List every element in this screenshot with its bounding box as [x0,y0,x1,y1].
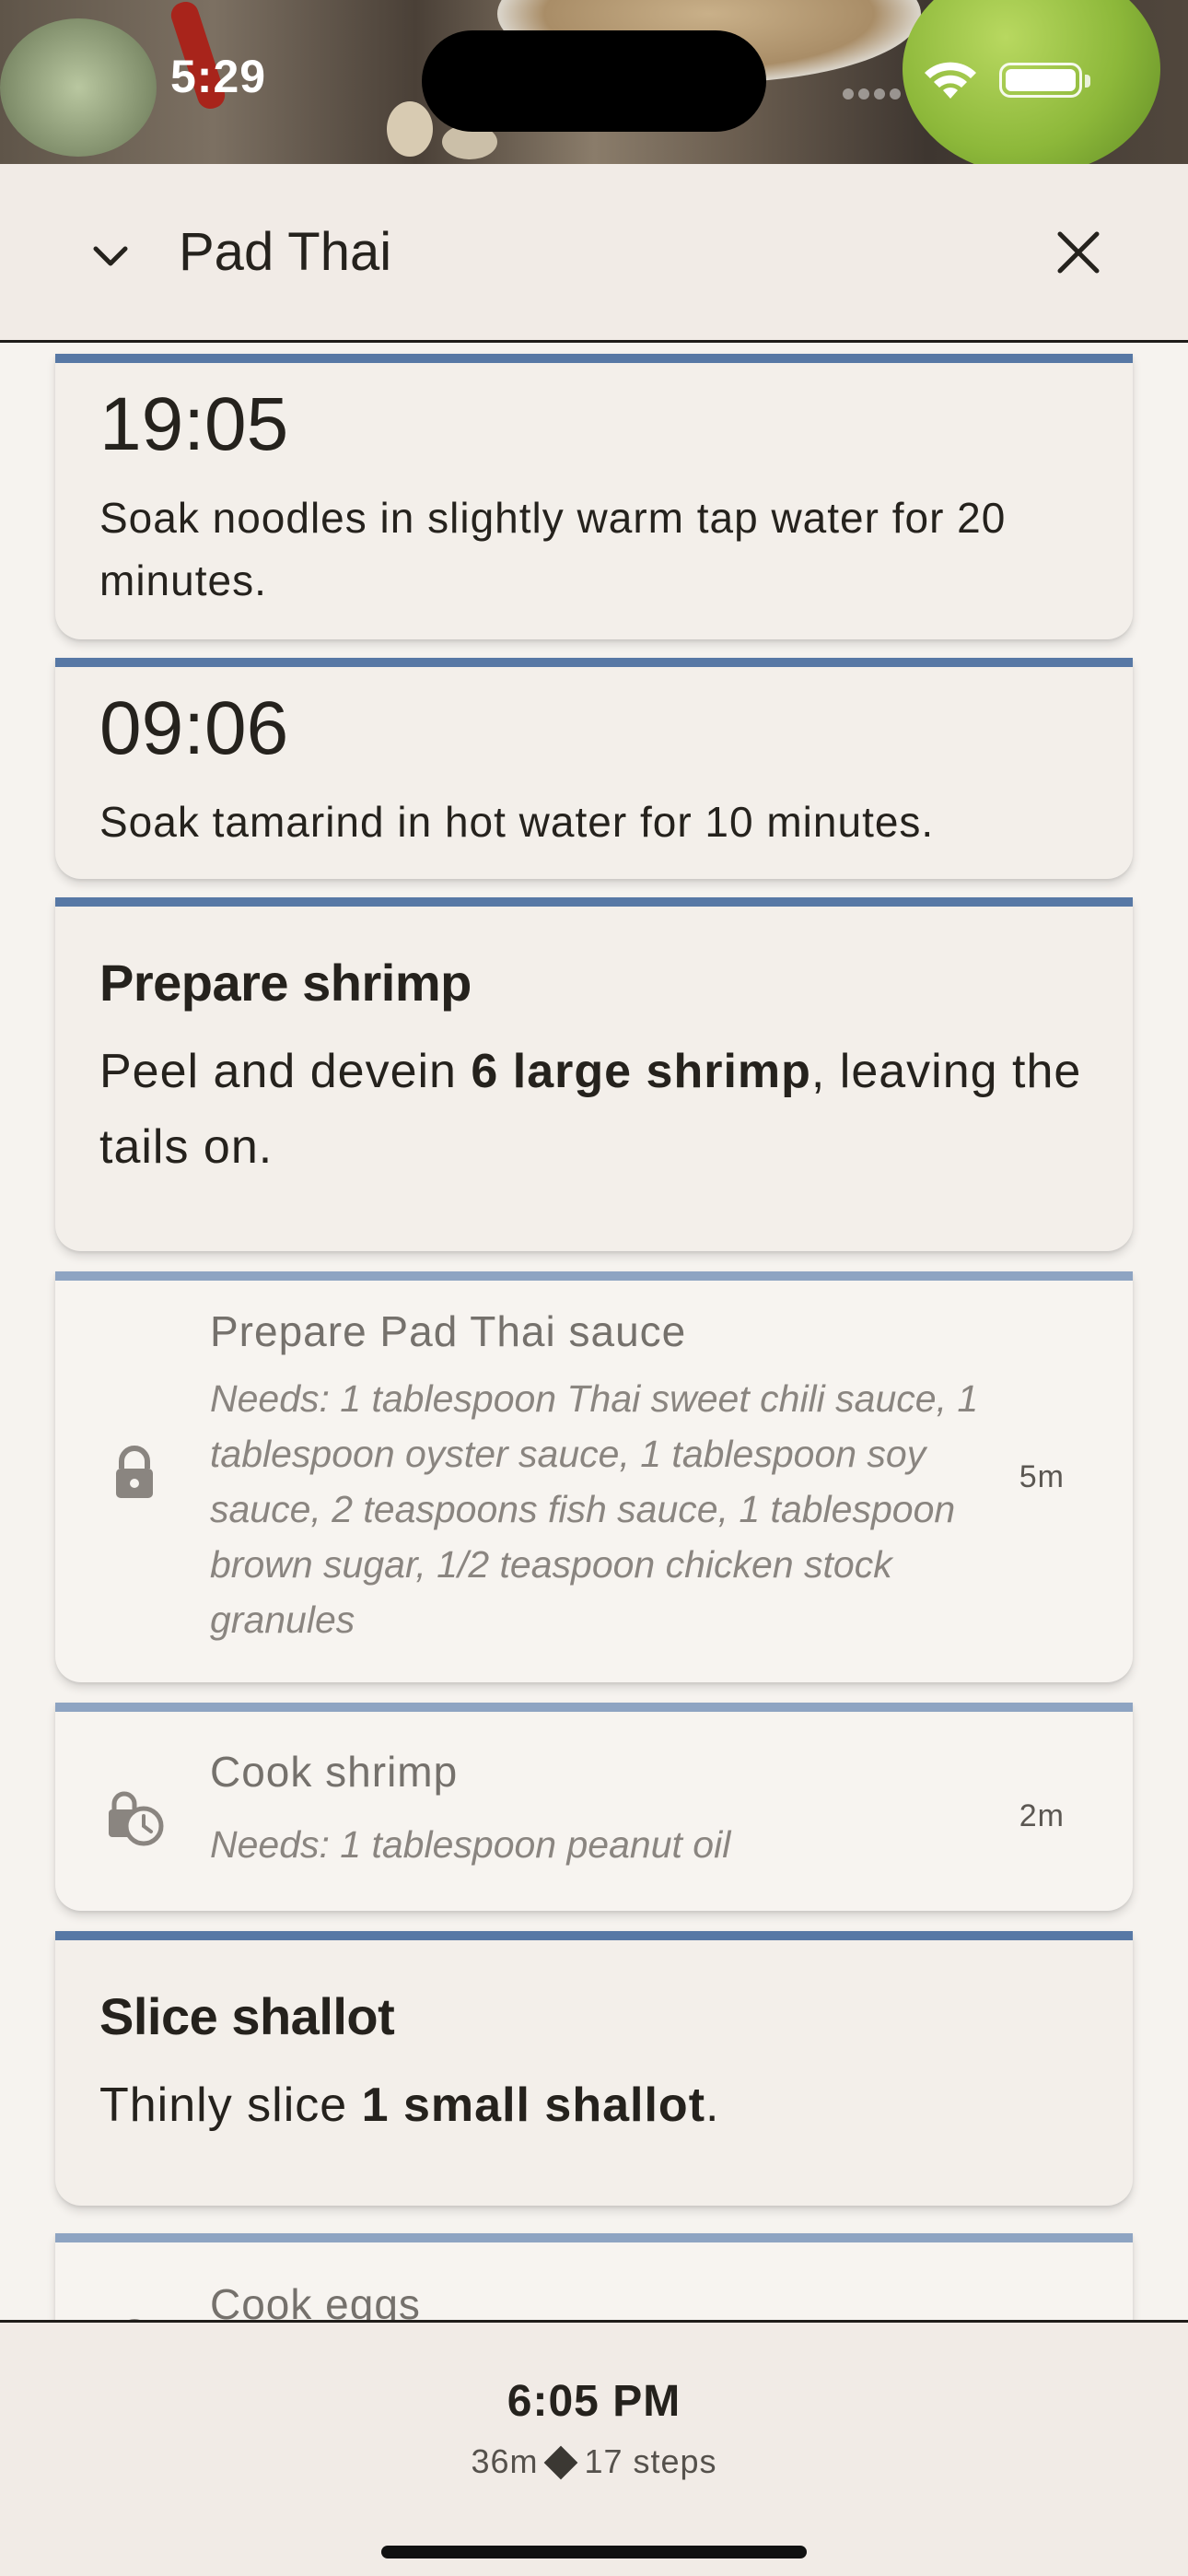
wifi-icon [925,62,976,99]
step-card-slice-shallot[interactable]: Slice shallot Thinly slice 1 small shall… [55,1931,1133,2206]
summary-footer: 6:05 PM 36m 17 steps [0,2320,1188,2576]
step-title: Prepare Pad Thai sauce [210,1307,687,1355]
home-indicator[interactable] [381,2546,807,2558]
step-title: Slice shallot [99,1987,395,2045]
step-card-cook-shrimp[interactable]: Cook shrimp Needs: 1 tablespoon peanut o… [55,1703,1133,1911]
lock-clock-icon [109,1791,164,1846]
lock-icon [116,1446,153,1498]
step-title: Cook shrimp [210,1748,459,1796]
step-needs: Needs: 1 tablespoon peanut oil [210,1823,731,1866]
background-photo [0,18,157,157]
background-photo [387,101,433,157]
battery-icon [999,63,1090,98]
dynamic-island [422,30,766,132]
status-bar: 5:29 [0,0,1188,164]
step-needs: Needs: 1 tablespoon Thai sweet chili sau… [210,1377,979,1641]
timer-description: Soak noodles in slightly warm tap water … [99,494,1007,604]
step-title: Prepare shrimp [99,954,472,1012]
steps-list[interactable]: 19:05 Soak noodles in slightly warm tap … [0,345,1188,2320]
cellular-signal-icon [843,88,901,100]
finish-time: 6:05 PM [507,2377,681,2426]
step-card-prepare-shrimp[interactable]: Prepare shrimp Peel and devein 6 large s… [55,897,1133,1251]
close-icon[interactable] [1053,227,1104,278]
step-card-prepare-sauce[interactable]: Prepare Pad Thai sauce Needs: 1 tablespo… [55,1271,1133,1682]
timer-description: Soak tamarind in hot water for 10 minute… [99,798,935,846]
recipe-summary: 36m 17 steps [0,2442,1188,2481]
recipe-header: Pad Thai [0,164,1188,343]
chevron-down-icon[interactable] [90,236,131,276]
step-duration: 5m [1019,1459,1065,1494]
total-time: 36m [471,2442,539,2480]
timer-card[interactable]: 09:06 Soak tamarind in hot water for 10 … [55,658,1133,879]
timer-countdown: 19:05 [99,382,289,466]
timer-card[interactable]: 19:05 Soak noodles in slightly warm tap … [55,354,1133,639]
step-duration: 2m [1019,1798,1065,1833]
recipe-title: Pad Thai [179,222,392,282]
step-instructions: Thinly slice 1 small shallot. [99,2078,720,2132]
step-instructions: Peel and devein 6 large shrimp, leaving … [99,1045,1082,1174]
ingredient-quantity: 1 small shallot [361,2078,706,2132]
timer-countdown: 09:06 [99,686,289,770]
step-count: 17 steps [584,2442,717,2480]
status-time: 5:29 [170,51,267,102]
diamond-separator-icon [544,2445,578,2480]
step-card-cook-eggs[interactable]: Cook eggs [55,2233,1133,2320]
ingredient-quantity: 6 large shrimp [471,1045,811,1098]
step-title: Cook eggs [210,2280,421,2320]
